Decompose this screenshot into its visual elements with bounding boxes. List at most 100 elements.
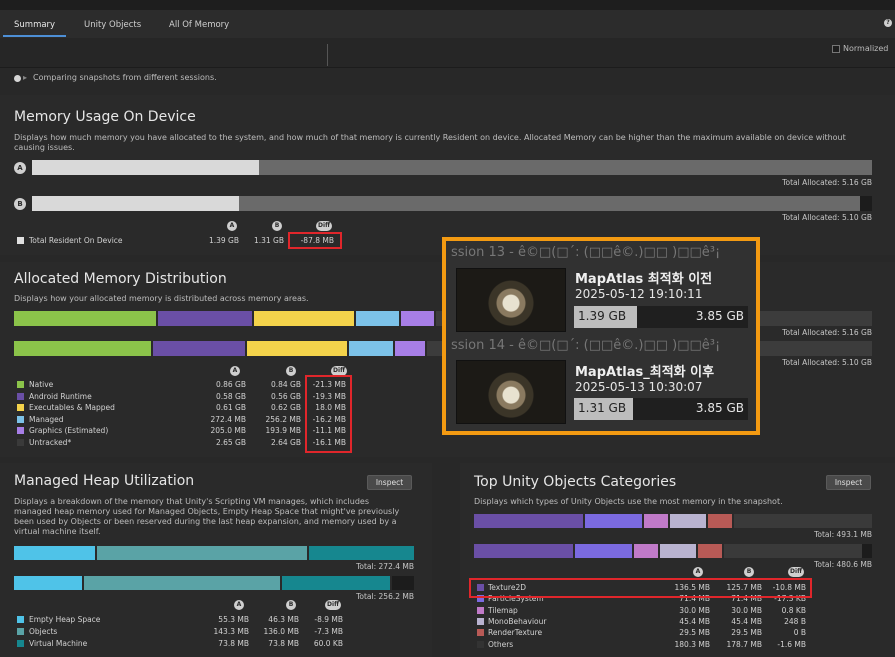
managed-heap-row-a: 143.3 MB <box>213 627 249 636</box>
alloc-col-b-header: B <box>286 366 296 376</box>
allocated-row-a: 0.61 GB <box>215 403 246 412</box>
mh-b-objects <box>84 576 280 590</box>
alloc-a-managed <box>356 311 399 326</box>
top-objects-bar-a[interactable] <box>474 514 872 528</box>
managed-heap-row-a: 55.3 MB <box>218 615 249 624</box>
managed-heap-bar-a[interactable] <box>14 546 414 560</box>
col-diff-header: Diff <box>316 221 332 231</box>
memory-bar-a-total: Total Allocated: 5.16 GB <box>782 178 872 187</box>
help-icon[interactable]: ? <box>884 19 892 27</box>
top-objects-row-swatch <box>477 606 484 614</box>
allocated-row-a: 205.0 MB <box>210 426 246 435</box>
snapshot-b-marker: B <box>14 198 26 210</box>
allocated-row-swatch <box>17 404 24 411</box>
top-objects-title: Top Unity Objects Categories <box>474 474 677 490</box>
allocated-row-a: 272.4 MB <box>210 414 246 424</box>
managed-heap-row-a: 73.8 MB <box>218 639 249 648</box>
top-objects-row-b: 30.0 MB <box>731 605 762 615</box>
tab-summary[interactable]: Summary <box>14 20 55 30</box>
to-b-tilemap <box>634 544 658 558</box>
snapshot-2-session: ssion 14 - ê©□(□´: (□□ê©.)□□ )□□ê³¡ <box>451 338 721 353</box>
managed-heap-row-diff: 60.0 KB <box>313 639 343 648</box>
allocated-row-swatch <box>17 381 24 388</box>
to-b-texture2d <box>474 544 573 558</box>
allocated-row-a: 2.65 GB <box>215 437 246 447</box>
managed-heap-inspect-button[interactable]: Inspect <box>367 475 412 490</box>
managed-heap-bar-b[interactable] <box>14 576 414 590</box>
top-objects-row-b: 178.7 MB <box>726 639 762 649</box>
memory-bar-b[interactable] <box>32 196 860 211</box>
mh-b-remainder <box>392 576 414 590</box>
mh-a-empty <box>14 546 95 560</box>
allocated-row-b: 0.56 GB <box>270 391 301 401</box>
allocated-row-a: 0.58 GB <box>215 391 246 401</box>
memory-bar-b-total: Total Allocated: 5.10 GB <box>782 213 872 222</box>
to-a-particlesystem <box>585 514 642 528</box>
alloc-b-managed <box>349 341 393 356</box>
allocated-row-swatch <box>17 392 24 400</box>
snapshot-1-title: MapAtlas 최적화 이전 <box>575 272 713 287</box>
session-info-text: Comparing snapshots from different sessi… <box>33 73 217 82</box>
snapshot-a-marker: A <box>14 162 26 174</box>
memory-bar-a[interactable] <box>32 160 872 175</box>
top-objects-b-total: Total: 480.6 MB <box>814 560 872 569</box>
memory-usage-desc-line1: Displays how much memory you have alloca… <box>14 133 846 142</box>
tab-unity-objects[interactable]: Unity Objects <box>84 20 141 30</box>
normalized-checkbox[interactable] <box>832 45 840 53</box>
managed-heap-title: Managed Heap Utilization <box>14 473 195 489</box>
total-resident-a: 1.39 GB <box>208 236 239 245</box>
snapshot-2-thumbnail <box>456 360 566 424</box>
top-objects-bar-b[interactable] <box>474 544 872 558</box>
resident-swatch <box>17 237 24 244</box>
top-objects-row-label: Tilemap <box>488 605 518 615</box>
tab-bar: Summary Unity Objects All Of Memory <box>0 10 895 38</box>
top-objects-row-label: MonoBehaviour <box>488 616 547 626</box>
top-objects-row-diff: 248 B <box>784 616 806 626</box>
allocated-description: Displays how your allocated memory is di… <box>14 294 309 303</box>
snapshot-1-date: 2025-05-12 19:10:11 <box>575 287 703 301</box>
allocated-row-b: 0.62 GB <box>270 403 301 412</box>
snapshot-2-title: MapAtlas_최적화 이후 <box>575 365 715 380</box>
top-objects-inspect-button[interactable]: Inspect <box>826 475 871 490</box>
top-objects-row-diff: -1.6 MB <box>777 639 806 649</box>
allocated-row-label: Graphics (Estimated) <box>29 426 109 435</box>
managed-heap-row-swatch <box>17 628 24 635</box>
top-objects-row-b: 45.4 MB <box>731 616 762 626</box>
managed-heap-description: Displays a breakdown of the memory that … <box>14 497 424 537</box>
allocated-row-b: 193.9 MB <box>265 426 301 435</box>
managed-heap-b-total: Total: 256.2 MB <box>356 592 414 601</box>
top-objects-row-swatch <box>477 640 484 648</box>
managed-heap-row-label: Objects <box>29 627 58 636</box>
total-resident-label: Total Resident On Device <box>29 236 123 245</box>
toolbar-divider <box>327 44 328 66</box>
col-b-header: B <box>272 221 282 231</box>
memory-usage-description: Displays how much memory you have alloca… <box>14 133 884 153</box>
top-objects-row-swatch <box>477 629 484 637</box>
mh-col-diff-header: Diff <box>325 600 341 610</box>
to-b-others <box>724 544 862 558</box>
managed-heap-a-total: Total: 272.4 MB <box>356 562 414 571</box>
to-col-b-header: B <box>744 567 754 577</box>
col-a-header: A <box>227 221 237 231</box>
top-objects-row-label: Others <box>488 639 514 649</box>
allocated-row-swatch <box>17 415 24 423</box>
allocated-row-label: Android Runtime <box>29 391 92 401</box>
top-objects-row-diff: 0.8 KB <box>781 605 806 615</box>
mh-desc-line2: managed heap memory used for Managed Obj… <box>14 507 400 516</box>
memory-bar-b-remainder <box>860 196 872 211</box>
to-a-tilemap <box>644 514 668 528</box>
allocated-row-swatch <box>17 438 24 446</box>
mh-b-vm <box>282 576 390 590</box>
normalized-label: Normalized <box>843 44 889 53</box>
top-objects-row-a: 29.5 MB <box>679 628 710 638</box>
top-objects-description: Displays which types of Unity Objects us… <box>474 497 783 506</box>
top-objects-row-a: 30.0 MB <box>679 605 710 615</box>
allocated-row-label: Managed <box>29 414 64 424</box>
managed-heap-row-b: 73.8 MB <box>268 639 299 648</box>
chevron-right-icon: ▸ <box>23 73 28 82</box>
active-tab-indicator <box>3 35 66 37</box>
tab-all-of-memory[interactable]: All Of Memory <box>169 20 229 30</box>
snapshot-1-total: 3.85 GB <box>695 309 744 323</box>
managed-heap-row-b: 46.3 MB <box>268 615 299 624</box>
info-icon <box>14 75 21 82</box>
